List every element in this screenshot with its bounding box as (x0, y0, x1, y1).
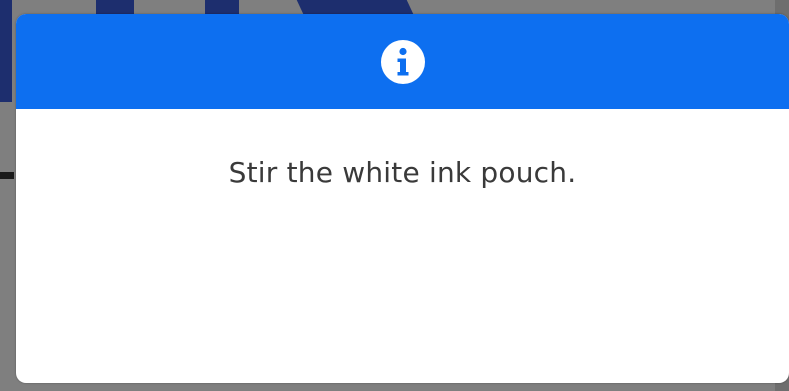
background-shape (296, 0, 414, 14)
dialog-header (16, 14, 789, 109)
background-shape (96, 0, 134, 14)
dialog-body: Stir the white ink pouch. (16, 109, 789, 383)
info-icon (380, 39, 425, 84)
background-shape (205, 0, 239, 14)
background-shape (0, 0, 12, 102)
dialog-message: Stir the white ink pouch. (228, 156, 577, 189)
background-shape (0, 172, 14, 179)
info-dialog: Stir the white ink pouch. (16, 14, 789, 383)
